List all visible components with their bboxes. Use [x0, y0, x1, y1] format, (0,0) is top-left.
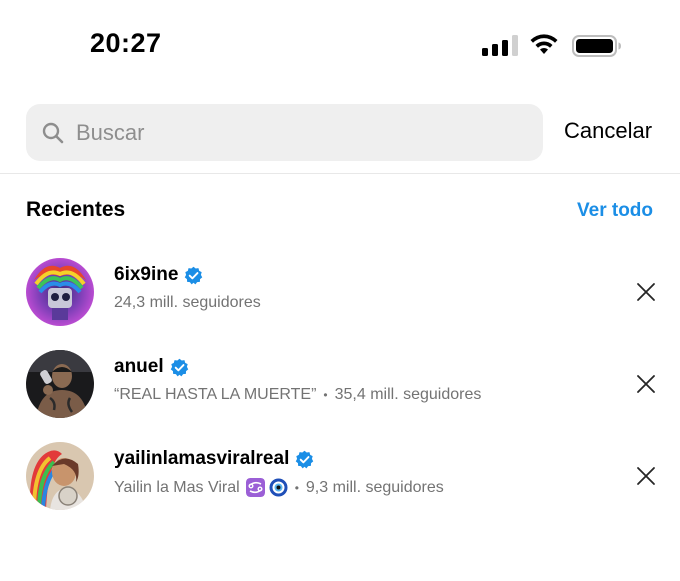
recent-item[interactable]: 6ix9ine 24,3 mill. seguidores	[0, 250, 680, 334]
status-bar: 20:27	[0, 0, 680, 92]
avatar	[26, 258, 94, 326]
username: anuel	[114, 356, 164, 377]
divider	[0, 173, 680, 174]
search-input[interactable]	[76, 104, 526, 161]
verified-badge-icon	[185, 266, 203, 284]
verified-badge-icon	[296, 450, 314, 468]
separator-dot: •	[323, 388, 328, 402]
close-icon[interactable]	[636, 374, 656, 394]
search-row: Cancelar	[0, 104, 680, 162]
cancer-sign-emoji	[245, 478, 265, 497]
status-time: 20:27	[90, 28, 162, 58]
recent-item[interactable]: anuel “REAL HASTA LA MUERTE” • 35,4 mill…	[0, 342, 680, 426]
see-all-link[interactable]: Ver todo	[577, 200, 653, 222]
username: yailinlamasviralreal	[114, 448, 290, 469]
follower-count: 24,3 mill. seguidores	[114, 294, 261, 311]
follower-count: 35,4 mill. seguidores	[334, 386, 482, 403]
username: 6ix9ine	[114, 264, 179, 285]
recent-item[interactable]: yailinlamasviralreal Yailin la Mas Viral…	[0, 434, 680, 518]
avatar	[26, 442, 94, 510]
full-name: “REAL HASTA LA MUERTE”	[114, 386, 317, 403]
cancel-button[interactable]: Cancelar	[564, 118, 652, 144]
full-name: Yailin la Mas Viral	[114, 478, 240, 496]
separator-dot: •	[294, 480, 299, 495]
battery-icon	[572, 35, 621, 57]
search-icon	[42, 122, 64, 144]
verified-badge-icon	[170, 358, 188, 376]
recents-title: Recientes	[26, 198, 126, 221]
nazar-amulet-emoji	[269, 478, 288, 497]
close-icon[interactable]	[636, 282, 656, 302]
follower-count: 9,3 mill. seguidores	[305, 478, 444, 496]
search-box[interactable]	[26, 104, 543, 161]
wifi-icon	[530, 34, 558, 54]
cellular-signal-icon	[482, 34, 520, 56]
close-icon[interactable]	[636, 466, 656, 486]
avatar	[26, 350, 94, 418]
